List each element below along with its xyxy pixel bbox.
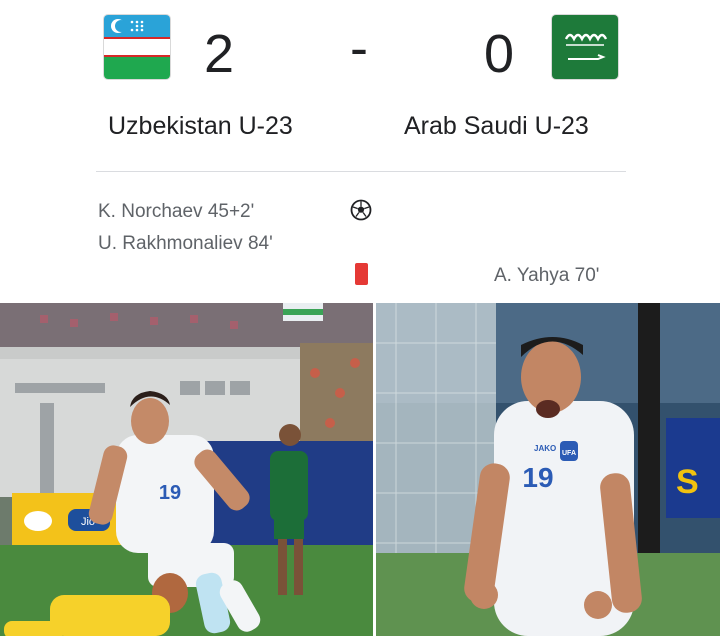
away-score: 0 xyxy=(484,24,515,84)
jersey-number-right: 19 xyxy=(522,462,553,493)
away-team-name[interactable]: Arab Saudi U-23 xyxy=(404,112,589,141)
home-score: 2 xyxy=(204,24,235,84)
match-photo-left: Jio 19 xyxy=(0,303,373,636)
goal-event-home: K. Norchaev 45+2' xyxy=(98,201,255,222)
jersey-brand: JAKO xyxy=(534,444,556,453)
saudi-arabia-flag-icon xyxy=(552,15,618,79)
red-card-event-away: A. Yahya 70' xyxy=(494,265,600,286)
svg-text:S: S xyxy=(676,463,699,501)
red-card-icon xyxy=(355,263,368,285)
score-separator: - xyxy=(350,18,368,78)
home-team-name[interactable]: Uzbekistan U-23 xyxy=(108,112,293,141)
match-photo-right: S JAKO UFA 19 xyxy=(376,303,720,636)
goal-event-home: U. Rakhmonaliev 84' xyxy=(98,233,273,254)
jersey-badge: UFA xyxy=(562,450,576,457)
soccer-ball-icon xyxy=(350,199,372,221)
jersey-number-left: 19 xyxy=(159,482,181,504)
uzbekistan-flag-icon xyxy=(104,15,170,79)
divider xyxy=(96,171,626,172)
